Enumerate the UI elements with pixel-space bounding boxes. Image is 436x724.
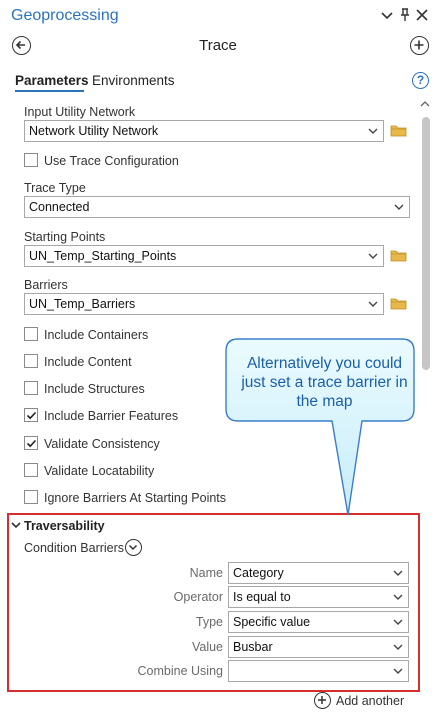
barriers-dropdown[interactable]: UN_Temp_Barriers: [24, 293, 384, 315]
condition-name-label: Name: [189, 566, 223, 580]
callout-text: Alternatively you could just set a trace…: [241, 355, 408, 410]
validate-locatability-checkbox[interactable]: [24, 463, 38, 477]
tab-environments[interactable]: Environments: [92, 73, 175, 88]
chevron-down-icon: [368, 301, 378, 307]
add-another-label[interactable]: Add another: [336, 694, 404, 708]
chevron-down-icon: [393, 570, 403, 576]
include-structures-checkbox[interactable]: [24, 381, 38, 395]
checkmark-icon: [26, 411, 37, 420]
include-structures-label: Include Structures: [44, 382, 145, 396]
include-containers-label: Include Containers: [44, 328, 149, 342]
trace-type-label: Trace Type: [24, 181, 86, 195]
traversability-title[interactable]: Traversability: [24, 519, 105, 533]
condition-value-value: Busbar: [233, 640, 273, 654]
barriers-label: Barriers: [24, 278, 68, 292]
starting-points-label: Starting Points: [24, 230, 106, 244]
add-another-icon[interactable]: [314, 692, 331, 709]
include-content-checkbox[interactable]: [24, 354, 38, 368]
folder-icon[interactable]: [390, 249, 407, 262]
scroll-up-arrow[interactable]: [420, 100, 430, 110]
condition-value-label: Value: [191, 640, 223, 654]
include-containers-checkbox[interactable]: [24, 327, 38, 341]
input-network-value: Network Utility Network: [29, 124, 159, 138]
help-icon[interactable]: ?: [412, 72, 429, 89]
folder-icon[interactable]: [390, 297, 407, 310]
chevron-down-icon: [368, 128, 378, 134]
tab-parameters[interactable]: Parameters: [15, 73, 89, 88]
pin-icon[interactable]: [397, 8, 413, 24]
validate-consistency-label: Validate Consistency: [44, 437, 160, 451]
window-title: Geoprocessing: [11, 7, 119, 24]
include-barrier-features-checkbox[interactable]: [24, 408, 38, 422]
barriers-value: UN_Temp_Barriers: [29, 297, 136, 311]
ignore-barriers-checkbox[interactable]: [24, 490, 38, 504]
input-network-dropdown[interactable]: Network Utility Network: [24, 120, 384, 142]
expand-condition-icon[interactable]: [125, 539, 142, 556]
add-icon[interactable]: [410, 36, 429, 55]
chevron-down-icon: [393, 644, 403, 650]
combine-using-label: Combine Using: [137, 664, 223, 678]
condition-operator-value: Is equal to: [233, 590, 291, 604]
scrollbar-thumb[interactable]: [422, 117, 430, 370]
chevron-down-icon: [393, 668, 403, 674]
condition-barriers-label: Condition Barriers: [24, 541, 125, 555]
condition-value-dropdown[interactable]: Busbar: [228, 636, 409, 658]
condition-name-dropdown[interactable]: Category: [228, 562, 409, 584]
active-tab-underline: [15, 90, 84, 92]
use-trace-config-label: Use Trace Configuration: [44, 154, 179, 168]
combine-using-dropdown[interactable]: [228, 660, 409, 682]
close-icon[interactable]: [414, 8, 430, 24]
condition-operator-label: Operator: [173, 590, 223, 604]
folder-icon[interactable]: [390, 124, 407, 137]
condition-type-label: Type: [195, 615, 223, 629]
include-content-label: Include Content: [44, 355, 132, 369]
starting-points-dropdown[interactable]: UN_Temp_Starting_Points: [24, 245, 384, 267]
starting-points-value: UN_Temp_Starting_Points: [29, 249, 177, 263]
condition-name-value: Category: [233, 566, 284, 580]
use-trace-config-checkbox[interactable]: [24, 153, 38, 167]
validate-locatability-label: Validate Locatability: [44, 464, 155, 478]
trace-type-value: Connected: [29, 200, 90, 214]
condition-operator-dropdown[interactable]: Is equal to: [228, 586, 409, 608]
chevron-down-icon[interactable]: [379, 8, 395, 24]
chevron-down-icon: [393, 619, 403, 625]
chevron-down-icon: [393, 594, 403, 600]
chevron-down-icon: [368, 253, 378, 259]
ignore-barriers-label: Ignore Barriers At Starting Points: [44, 491, 227, 505]
validate-consistency-checkbox[interactable]: [24, 436, 38, 450]
include-barrier-features-label: Include Barrier Features: [44, 409, 179, 423]
input-network-label: Input Utility Network: [24, 105, 136, 119]
condition-type-value: Specific value: [233, 615, 311, 629]
trace-type-dropdown[interactable]: Connected: [24, 196, 410, 218]
collapse-caret-icon[interactable]: [11, 520, 21, 530]
condition-type-dropdown[interactable]: Specific value: [228, 611, 409, 633]
chevron-down-icon: [394, 204, 404, 210]
tool-title: Trace: [199, 37, 237, 54]
checkmark-icon: [26, 439, 37, 448]
